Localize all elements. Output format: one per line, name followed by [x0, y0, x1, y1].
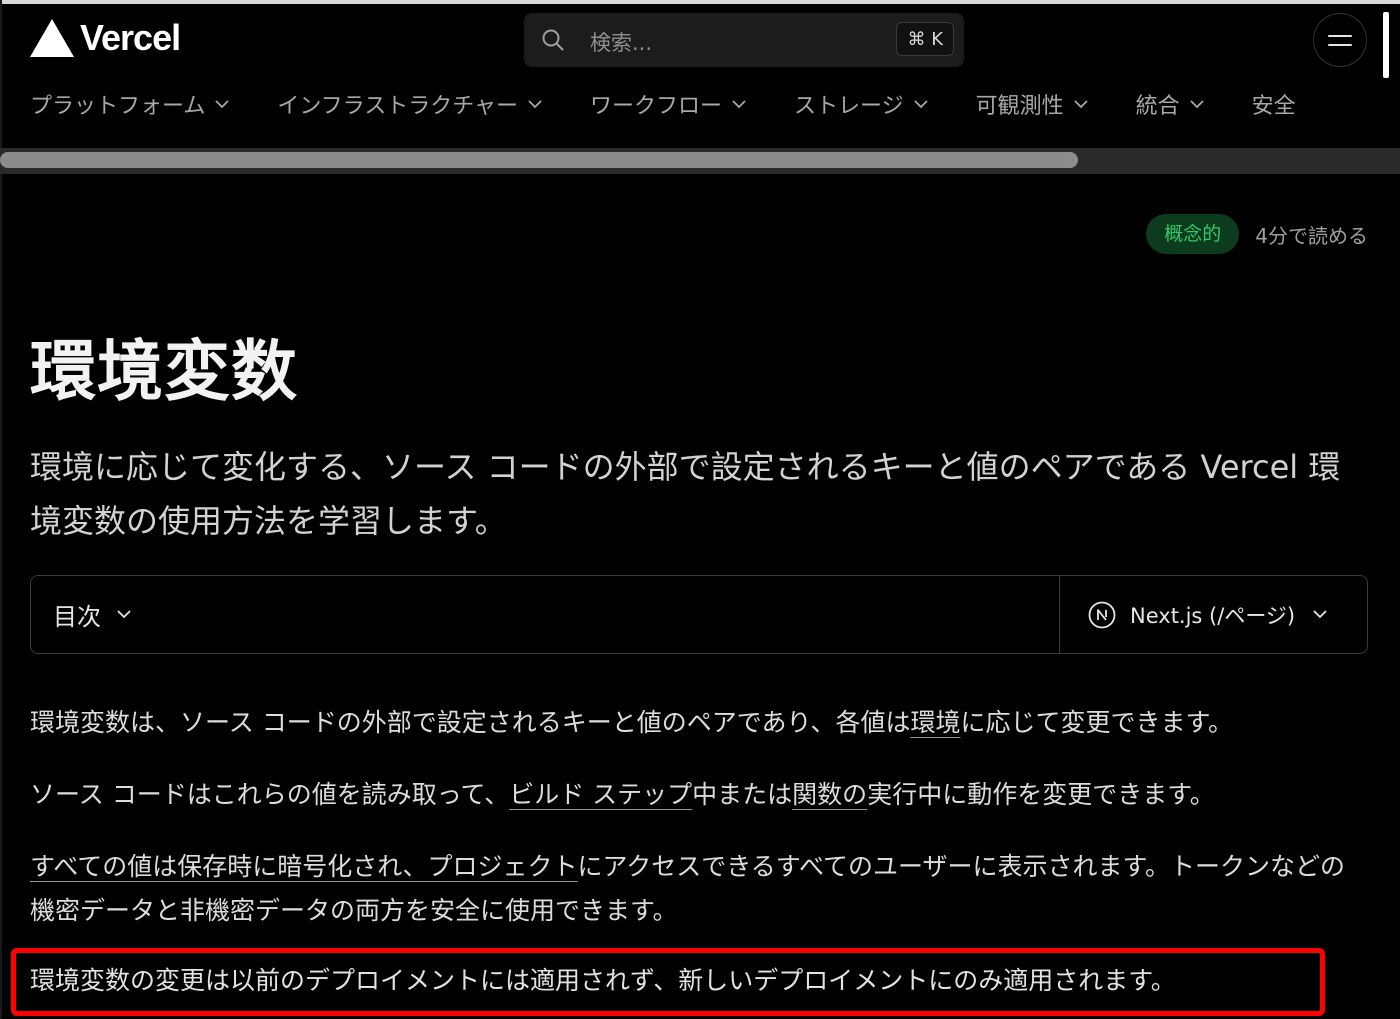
menu-icon-bar: [1328, 34, 1352, 37]
nav-item-label: インフラストラクチャー: [277, 94, 519, 119]
chevron-down-icon: [1073, 99, 1088, 108]
chevron-down-icon: [913, 99, 928, 108]
paragraph-3: すべての値は保存時に暗号化され、プロジェクトにアクセスできるすべてのユーザーに表…: [30, 845, 1370, 933]
search-shortcut-badge: ⌘ K: [896, 22, 954, 56]
encryption-link[interactable]: すべての値は保存時に暗号化され、プロジェクト: [30, 852, 578, 881]
logo-text: Vercel: [80, 17, 181, 58]
nav-item-label: プラットフォーム: [30, 94, 206, 119]
paragraph-text: 実行中に動作を変更できます。: [867, 780, 1215, 809]
nav-item-label: ワークフロー: [590, 94, 723, 119]
horizontal-scrollbar-thumb[interactable]: [0, 152, 1078, 168]
page-title: 環境変数: [30, 333, 298, 410]
status-badge: 概念的: [1146, 214, 1240, 254]
nav-item-storage[interactable]: ストレージ: [794, 88, 928, 120]
doc-toolbar: 目次 Next.js (/ページ): [30, 575, 1368, 654]
nav-item-workflow[interactable]: ワークフロー: [590, 88, 746, 120]
functions-link[interactable]: 関数の: [792, 780, 867, 809]
framework-select[interactable]: Next.js (/ページ): [1059, 576, 1367, 653]
search-placeholder: 検索...: [590, 31, 653, 55]
paragraph-text: に応じて変更できます。: [960, 708, 1233, 737]
nav-item-platform[interactable]: プラットフォーム: [30, 88, 229, 120]
menu-icon-bar: [1328, 43, 1352, 46]
framework-label: Next.js (/ページ): [1130, 603, 1296, 628]
chevron-down-icon: [1313, 610, 1327, 619]
chevron-down-icon: [732, 99, 746, 108]
read-time: 4分で読める: [1255, 223, 1368, 248]
nextjs-icon: [1088, 601, 1116, 628]
paragraph-text: 環境変数は、ソース コードの外部で設定されるキーと値のペアであり、各値は: [30, 708, 911, 737]
nav-item-label: ストレージ: [794, 94, 904, 119]
article-meta: 概念的 4分で読める: [1146, 214, 1368, 254]
window-top-edge: [0, 0, 1400, 4]
chevron-down-icon: [1190, 99, 1204, 108]
window-scrollbar[interactable]: [1383, 12, 1389, 78]
paragraph-1: 環境変数は、ソース コードの外部で設定されるキーと値のペアであり、各値は環境に応…: [30, 701, 1370, 745]
vercel-logo[interactable]: Vercel: [30, 17, 181, 58]
nav-item-infrastructure[interactable]: インフラストラクチャー: [277, 88, 542, 120]
vercel-triangle-icon: [30, 19, 74, 57]
nav-item-security[interactable]: 安全: [1252, 88, 1296, 120]
paragraph-text: 中または: [692, 780, 793, 809]
nav-item-label: 安全: [1251, 94, 1296, 119]
nav-item-observability[interactable]: 可観測性: [976, 88, 1088, 120]
paragraph-2: ソース コードはこれらの値を読み取って、ビルド ステップ中または関数の実行中に動…: [30, 773, 1370, 817]
build-step-link[interactable]: ビルド ステップ: [509, 780, 692, 809]
chevron-down-icon: [528, 99, 542, 108]
nav-item-label: 統合: [1135, 94, 1180, 119]
environments-link[interactable]: 環境: [910, 708, 960, 737]
paragraph-4: 環境変数の変更は以前のデプロイメントには適用されず、新しいデプロイメントにのみ適…: [30, 966, 1176, 995]
toc-dropdown[interactable]: 目次: [31, 576, 1059, 653]
nav-item-integrations[interactable]: 統合: [1136, 88, 1204, 120]
search-input[interactable]: 検索... ⌘ K: [524, 13, 964, 67]
toc-label: 目次: [53, 603, 101, 631]
menu-button[interactable]: [1313, 13, 1367, 67]
nav-item-label: 可観測性: [975, 94, 1064, 119]
main-nav: プラットフォーム インフラストラクチャー ワークフロー ストレージ 可観測性 統…: [30, 86, 1344, 122]
chevron-down-icon: [117, 610, 131, 619]
page-lead: 環境に応じて変化する、ソース コードの外部で設定されるキーと値のペアである Ve…: [30, 448, 1341, 540]
chevron-down-icon: [215, 99, 229, 108]
paragraph-text: ソース コードはこれらの値を読み取って、: [30, 780, 510, 809]
search-icon: [542, 29, 564, 51]
